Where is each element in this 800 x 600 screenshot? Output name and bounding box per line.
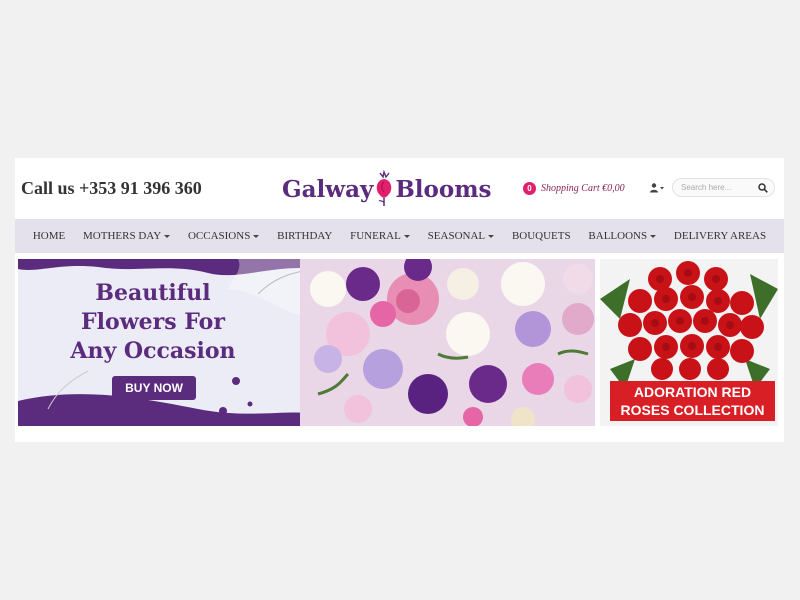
nav-item-balloons[interactable]: BALLOONS <box>588 230 657 242</box>
promo-label[interactable]: ADORATION RED ROSES COLLECTION <box>610 381 775 421</box>
nav-item-birthday[interactable]: BIRTHDAY <box>277 230 332 242</box>
caret-down-icon <box>164 234 171 238</box>
search-box <box>672 178 775 197</box>
logo-text-right: Blooms <box>395 175 492 203</box>
nav-item-home[interactable]: HOME <box>33 230 65 242</box>
nav-item-label: MOTHERS DAY <box>83 230 162 242</box>
search-icon[interactable] <box>758 183 768 193</box>
hero-banner[interactable]: Beautiful Flowers For Any Occasion BUY N… <box>18 259 595 426</box>
nav-item-seasonal[interactable]: SEASONAL <box>427 230 495 242</box>
caret-down-icon <box>253 234 260 238</box>
caret-down-icon <box>488 234 495 238</box>
nav-item-occasions[interactable]: OCCASIONS <box>187 230 260 242</box>
nav-item-label: BIRTHDAY <box>277 230 333 242</box>
nav-item-delivery-areas[interactable]: DELIVERY AREAS <box>674 230 766 242</box>
shopping-cart[interactable]: 0 Shopping Cart €0,00 <box>523 182 625 195</box>
nav-item-funeral[interactable]: FUNERAL <box>350 230 410 242</box>
nav-item-label: BOUQUETS <box>511 230 571 242</box>
hero-title-line: Beautiful <box>95 280 211 306</box>
site-logo[interactable]: Galway Blooms <box>282 169 492 209</box>
nav-item-label: SEASONAL <box>427 230 486 242</box>
nav-item-label: FUNERAL <box>350 230 401 242</box>
logo-text-left: Galway <box>282 175 374 203</box>
caret-down-icon <box>403 234 410 238</box>
nav-item-label: OCCASIONS <box>187 230 251 242</box>
hero-title-line: Flowers For <box>81 309 225 335</box>
hero-title-line: Any Occasion <box>70 338 236 364</box>
caret-down-icon <box>650 234 657 238</box>
nav-item-mothers-day[interactable]: MOTHERS DAY <box>83 230 171 242</box>
nav-item-label: HOME <box>32 230 66 242</box>
cart-count-badge: 0 <box>523 182 536 195</box>
hero-title: Beautiful Flowers For Any Occasion <box>43 279 263 366</box>
search-input[interactable] <box>681 181 753 194</box>
red-roses-promo[interactable]: ADORATION RED ROSES COLLECTION <box>600 259 778 426</box>
main-nav: HOME MOTHERS DAY OCCASIONS BIRTHDAY FUNERAL S… <box>15 219 784 253</box>
cart-text: Shopping Cart €0,00 <box>541 183 625 194</box>
nav-item-bouquets[interactable]: BOUQUETS <box>512 230 571 242</box>
call-us-phone[interactable]: Call us +353 91 396 360 <box>21 178 202 199</box>
user-account-icon[interactable] <box>650 183 664 193</box>
promo-label-line: ADORATION RED <box>633 384 752 400</box>
nav-item-label: BALLOONS <box>588 230 648 242</box>
page: Call us +353 91 396 360 Galway Blooms 0 … <box>15 158 784 442</box>
promo-label-line: ROSES COLLECTION <box>620 402 765 418</box>
rose-logo-icon <box>377 170 392 206</box>
buy-now-button[interactable]: BUY NOW <box>112 376 196 400</box>
nav-item-label: DELIVERY AREAS <box>673 230 767 242</box>
